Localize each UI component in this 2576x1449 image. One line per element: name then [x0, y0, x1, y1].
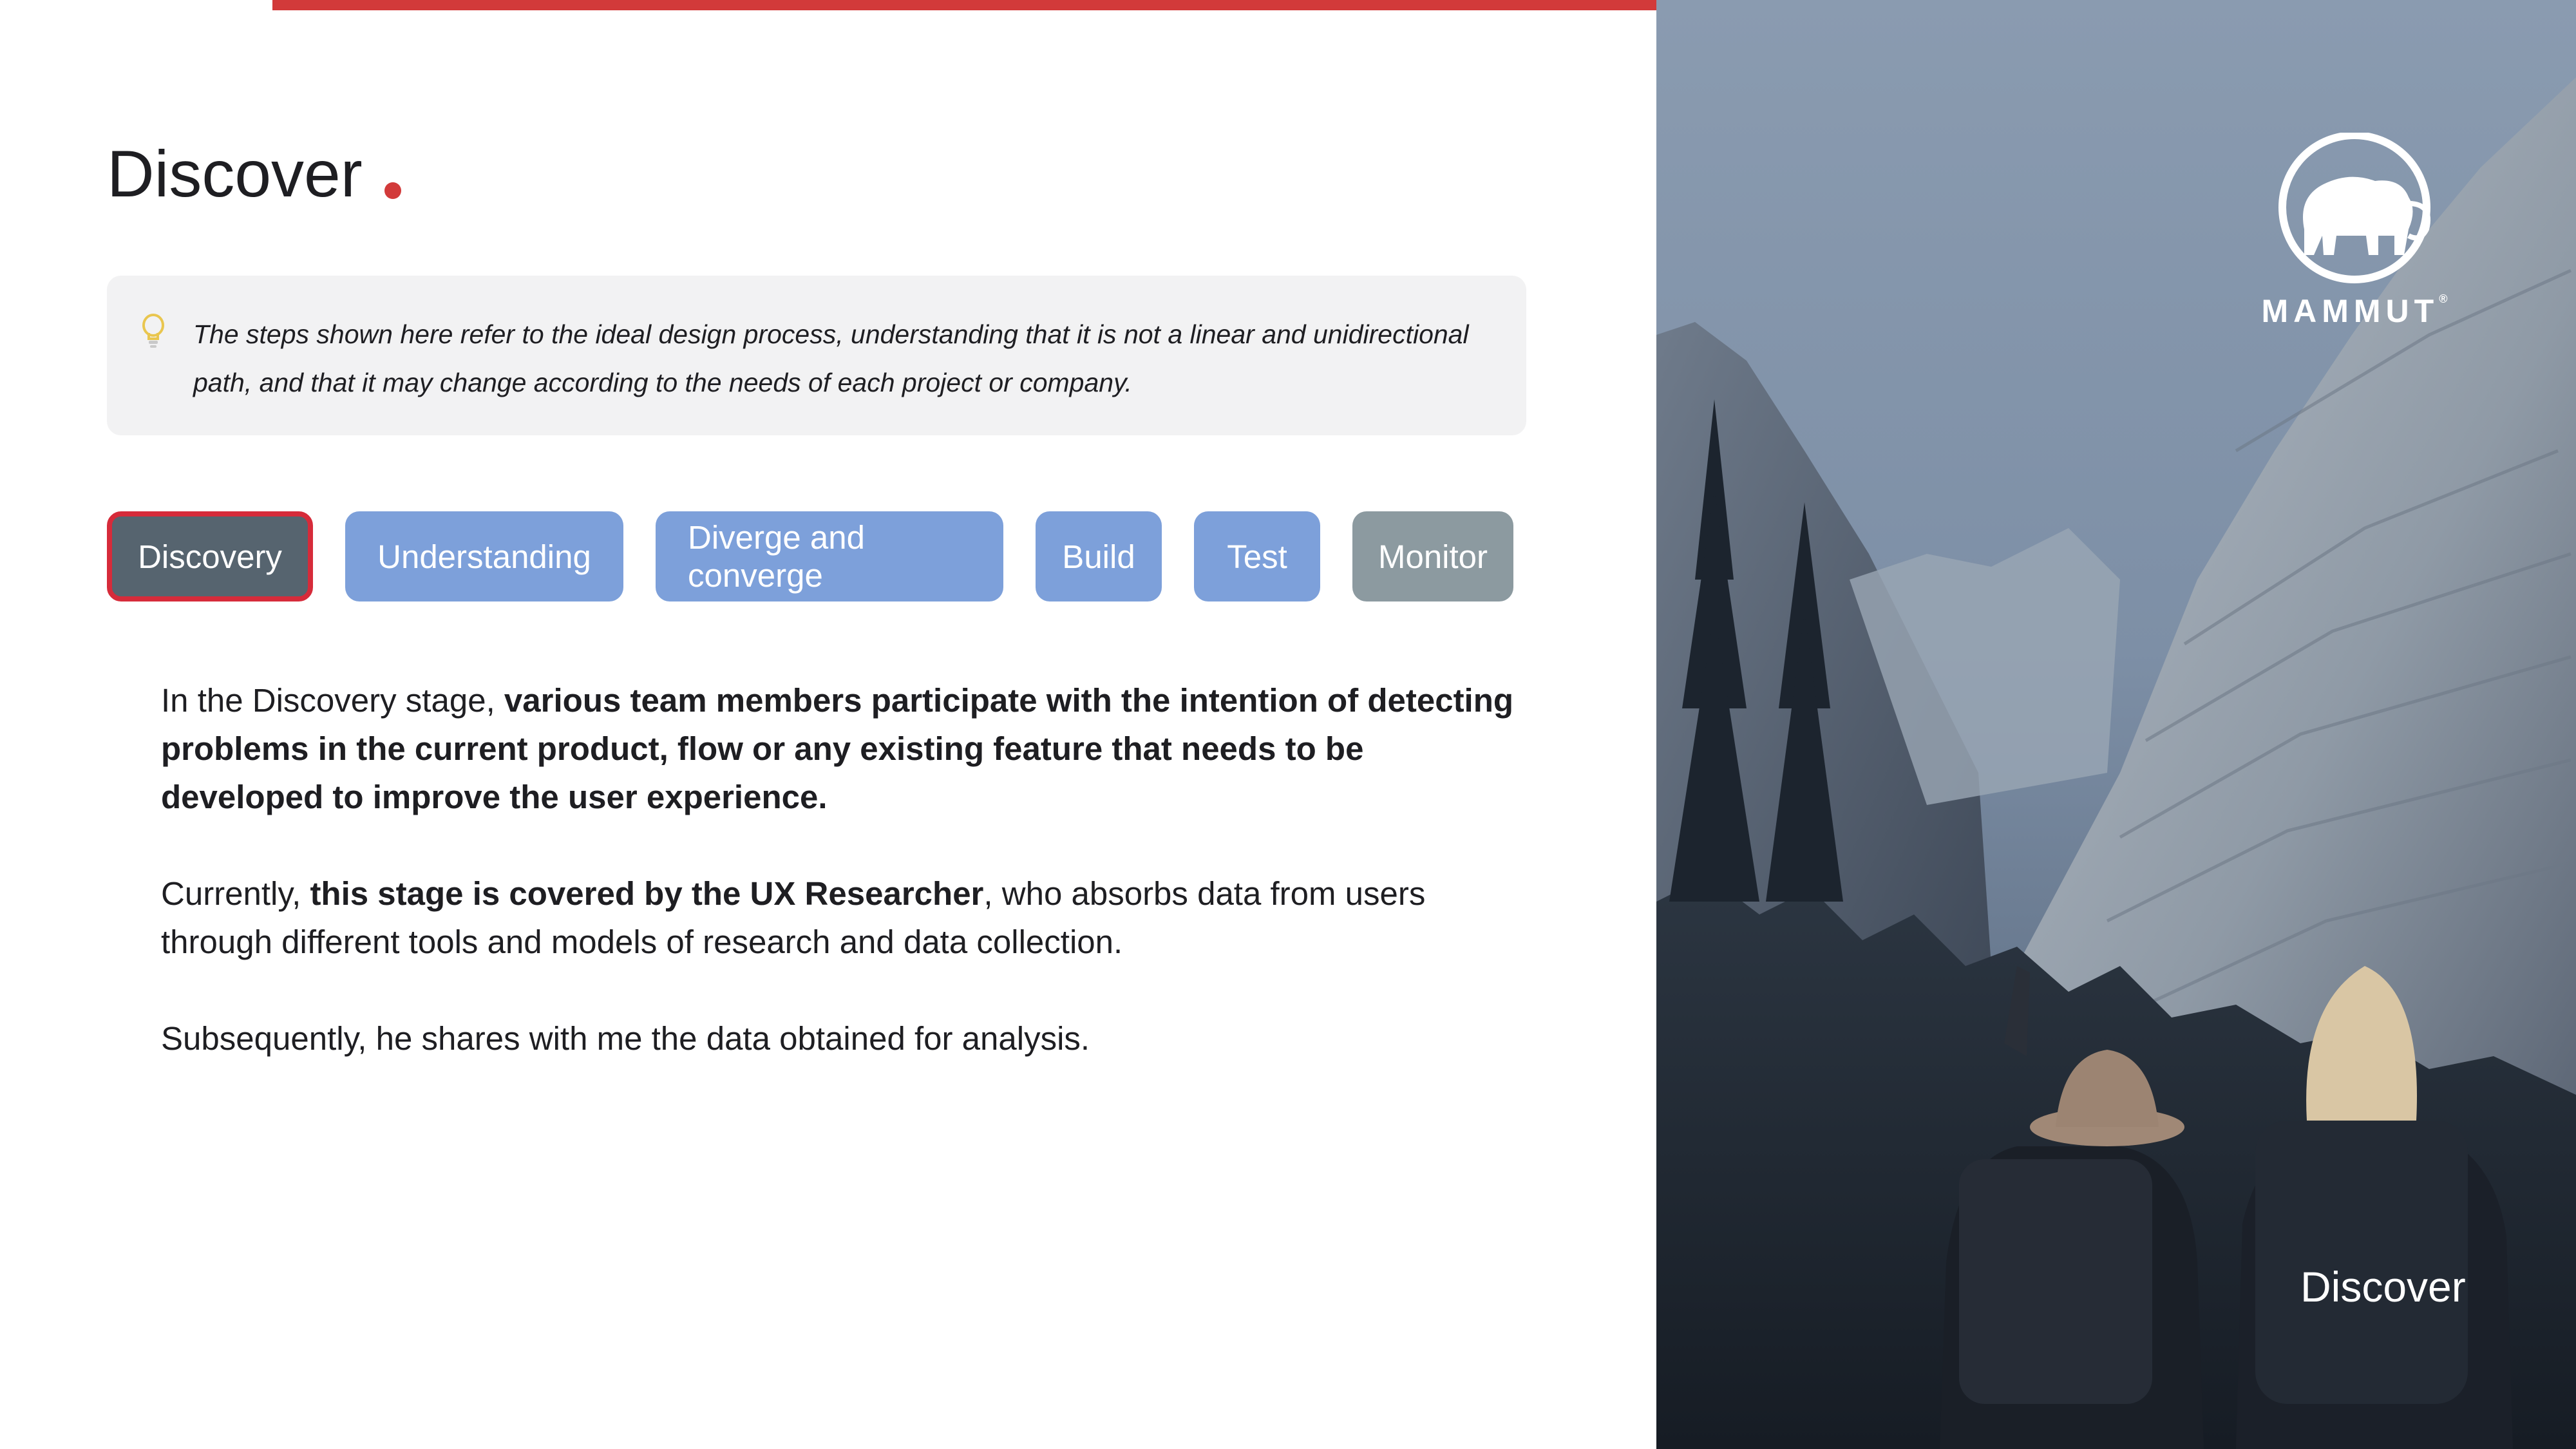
tab-discovery[interactable]: Discovery — [107, 511, 313, 601]
brand-registered-mark: ® — [2439, 292, 2448, 305]
tab-build[interactable]: Build — [1036, 511, 1162, 601]
tab-diverge-and-converge[interactable]: Diverge and converge — [656, 511, 1003, 601]
stage-description: In the Discovery stage, various team mem… — [161, 676, 1520, 1111]
process-tabs: Discovery Understanding Diverge and conv… — [107, 511, 1513, 601]
paragraph-1-intro: In the Discovery stage, — [161, 682, 504, 719]
paragraph-2-emphasis: this stage is covered by the UX Research… — [310, 875, 984, 912]
title-dot-icon — [384, 182, 401, 199]
tab-understanding[interactable]: Understanding — [345, 511, 623, 601]
paragraph-3-text: Subsequently, he shares with me the data… — [161, 1020, 1090, 1057]
page-title: Discover — [107, 129, 401, 219]
paragraph-2: Currently, this stage is covered by the … — [161, 869, 1520, 966]
photo-caption: Discover — [2300, 1263, 2466, 1311]
info-note-text: The steps shown here refer to the ideal … — [193, 319, 1469, 397]
lightbulb-icon — [142, 314, 164, 348]
brand-wordmark: MAMMUT® — [2240, 292, 2469, 330]
brand-name: MAMMUT — [2261, 293, 2439, 329]
tab-monitor[interactable]: Monitor — [1352, 511, 1513, 601]
paragraph-3: Subsequently, he shares with me the data… — [161, 1014, 1520, 1063]
page-title-text: Discover — [107, 137, 363, 211]
info-note: The steps shown here refer to the ideal … — [107, 276, 1526, 435]
paragraph-2-intro: Currently, — [161, 875, 310, 912]
slide: Discover The steps shown here refer to t… — [0, 0, 2576, 1449]
brand-logo: MAMMUT® — [2240, 131, 2469, 329]
tab-test[interactable]: Test — [1194, 511, 1320, 601]
paragraph-1: In the Discovery stage, various team mem… — [161, 676, 1520, 821]
